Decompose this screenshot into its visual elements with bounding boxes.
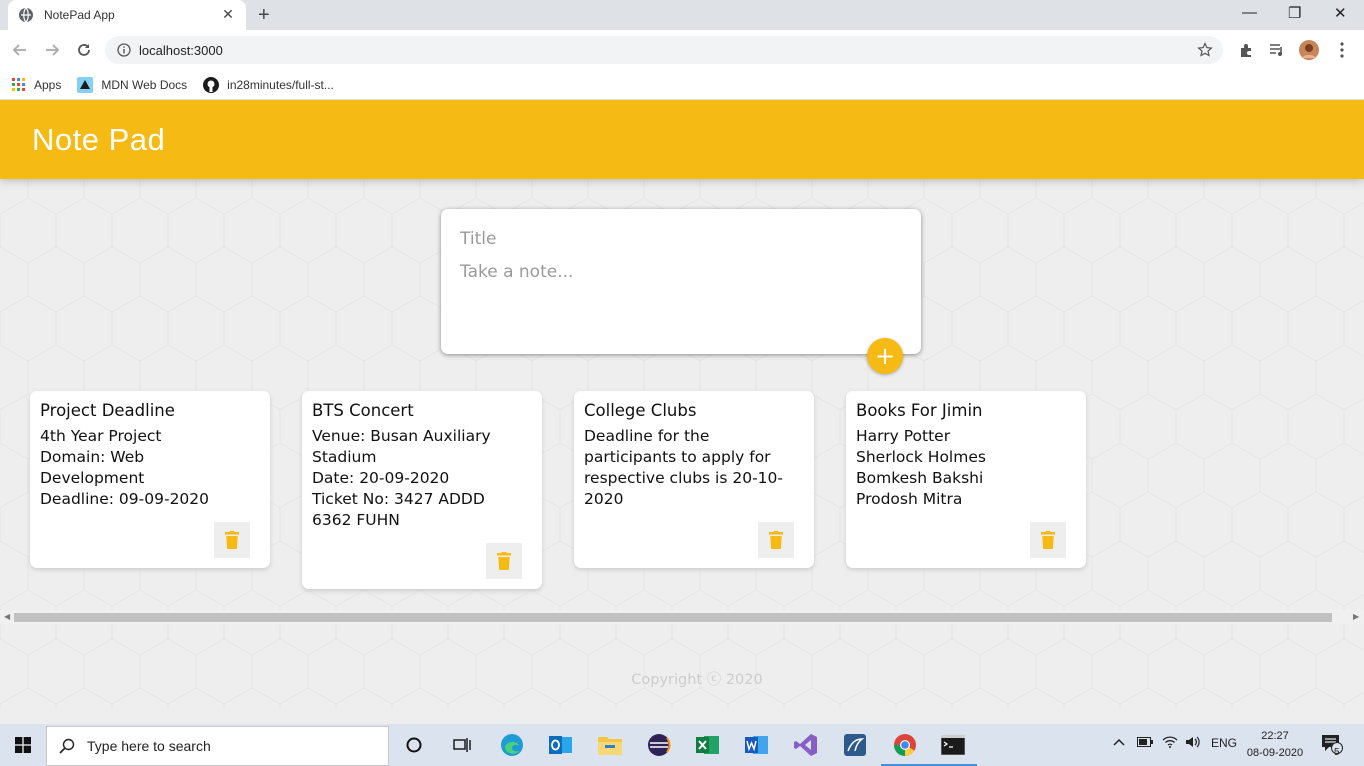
menu-kebab-icon[interactable] [1332, 40, 1352, 60]
reload-icon[interactable] [73, 39, 95, 61]
tab-close-icon[interactable]: ✕ [220, 7, 236, 23]
horizontal-scrollbar[interactable]: ◀ ▶ [0, 610, 1364, 624]
app-header: Note Pad [0, 100, 1364, 179]
battery-icon[interactable] [1137, 736, 1153, 750]
note-card: BTS Concert Venue: Busan Auxiliary Stadi… [302, 391, 542, 589]
scroll-left-icon[interactable]: ◀ [4, 612, 10, 621]
page-footer: Copyright ⓒ 2020 [631, 672, 763, 688]
note-card: College Clubs Deadline for the participa… [574, 391, 814, 568]
bookmark-github[interactable]: in28minutes/full-st... [203, 76, 334, 93]
add-note-button[interactable]: + [867, 338, 903, 374]
taskbar-search[interactable]: Type here to search [46, 726, 389, 766]
clock-date: 08-09-2020 [1246, 747, 1304, 759]
note-content: Deadline for the participants to apply f… [584, 427, 783, 508]
clock-time: 22:27 [1261, 730, 1289, 742]
bookmark-star-icon[interactable] [1197, 42, 1213, 58]
trash-icon [225, 531, 239, 549]
note-title: Books For Jimin [856, 401, 983, 420]
cortana-icon[interactable] [399, 730, 429, 760]
minimize-button[interactable]: — [1242, 4, 1257, 21]
word-icon[interactable] [742, 730, 772, 760]
note-content-textarea[interactable]: Take a note... [460, 262, 902, 282]
globe-icon [18, 7, 34, 23]
language-indicator[interactable]: ENG [1211, 736, 1237, 750]
bookmarks-bar: Apps MDN Web Docs in28minutes/full-st... [0, 70, 1364, 100]
excel-icon[interactable] [693, 730, 723, 760]
visual-studio-icon[interactable] [791, 730, 821, 760]
show-hidden-icons-icon[interactable] [1113, 736, 1125, 750]
close-window-button[interactable]: ✕ [1334, 4, 1347, 22]
scroll-right-icon[interactable]: ▶ [1353, 612, 1359, 621]
bookmark-label: in28minutes/full-st... [227, 77, 334, 92]
browser-tab[interactable]: NotePad App ✕ [8, 0, 246, 30]
start-button[interactable] [0, 724, 46, 766]
note-title: College Clubs [584, 401, 697, 420]
app-title: Note Pad [32, 122, 166, 157]
media-control-icon[interactable] [1267, 40, 1287, 60]
restore-button[interactable]: ❐ [1288, 4, 1301, 22]
edge-icon[interactable] [497, 730, 527, 760]
bookmark-apps[interactable]: Apps [12, 77, 62, 92]
eclipse-icon[interactable] [644, 730, 674, 760]
search-placeholder: Type here to search [87, 738, 211, 754]
browser-tab-bar: NotePad App ✕ + — ❐ ✕ [0, 0, 1364, 30]
note-content: Harry Potter Sherlock Holmes Bomkesh Bak… [856, 427, 986, 508]
back-icon[interactable] [9, 39, 31, 61]
note-content: 4th Year Project Domain: Web Development… [40, 427, 210, 508]
mdn-icon [77, 76, 94, 93]
delete-note-button[interactable] [214, 522, 250, 558]
browser-toolbar: localhost:3000 [0, 30, 1364, 70]
chrome-icon[interactable] [881, 730, 929, 766]
scrollbar-thumb[interactable] [14, 613, 1332, 622]
extensions-icon[interactable] [1236, 40, 1256, 60]
trash-icon [769, 531, 783, 549]
plus-icon: + [874, 342, 896, 370]
task-view-icon[interactable] [447, 730, 477, 760]
tab-title: NotePad App [44, 8, 115, 22]
trash-icon [1041, 531, 1055, 549]
note-card: Books For Jimin Harry Potter Sherlock Ho… [846, 391, 1086, 568]
note-content: Venue: Busan Auxiliary Stadium Date: 20-… [312, 427, 491, 529]
notification-count-badge: 5 [1334, 747, 1340, 758]
forward-icon[interactable] [41, 39, 63, 61]
new-tab-button[interactable]: + [258, 4, 270, 27]
apps-grid-icon [12, 77, 26, 92]
profile-avatar[interactable] [1299, 40, 1319, 60]
github-icon [203, 76, 220, 93]
volume-icon[interactable] [1185, 736, 1201, 751]
title-input[interactable]: Title [460, 229, 902, 249]
file-explorer-icon[interactable] [595, 730, 625, 760]
outlook-icon[interactable] [546, 730, 576, 760]
command-prompt-icon[interactable] [929, 730, 977, 766]
search-icon [59, 738, 75, 754]
delete-note-button[interactable] [758, 522, 794, 558]
note-card: Project Deadline 4th Year Project Domain… [30, 391, 270, 568]
delete-note-button[interactable] [1030, 522, 1066, 558]
system-clock[interactable]: 22:27 08-09-2020 [1240, 728, 1310, 762]
wifi-icon[interactable] [1162, 736, 1178, 751]
mysql-workbench-icon[interactable] [840, 730, 870, 760]
bookmark-label: MDN Web Docs [101, 77, 188, 92]
note-title: BTS Concert [312, 401, 414, 420]
info-icon[interactable] [117, 43, 131, 57]
create-note-form: Title Take a note... [441, 209, 921, 354]
windows-logo-icon [15, 737, 31, 753]
bookmark-label: Apps [34, 77, 62, 92]
trash-icon [497, 552, 511, 570]
note-title: Project Deadline [40, 401, 175, 420]
url-text: localhost:3000 [139, 42, 223, 58]
bookmark-mdn[interactable]: MDN Web Docs [77, 76, 188, 93]
address-bar[interactable]: localhost:3000 [105, 36, 1223, 64]
windows-taskbar: Type here to search ENG 22:27 08-09-2020… [0, 724, 1364, 766]
delete-note-button[interactable] [486, 543, 522, 579]
